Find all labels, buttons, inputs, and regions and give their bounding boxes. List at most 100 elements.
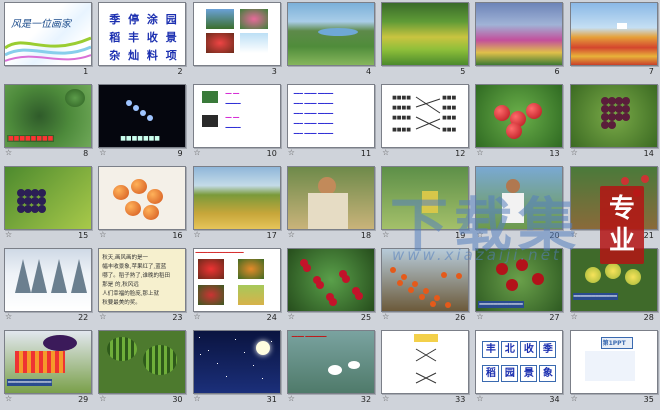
slide-preview[interactable]: 丰北收季稻园景象 <box>475 330 564 394</box>
slide-transition-star-icon[interactable]: ☆ <box>288 312 295 322</box>
slide-thumbnail-1[interactable]: 风是一位画家 1 <box>0 0 94 82</box>
slide-number: 12 <box>455 149 466 158</box>
slide-preview[interactable] <box>286 248 375 312</box>
slide-preview[interactable]: ━━ ━━ ━━━━━ ━━ ━━ ━━━━━ <box>192 84 281 148</box>
slide-preview[interactable] <box>98 166 187 230</box>
slide-transition-star-icon[interactable]: ☆ <box>5 230 12 240</box>
slide-preview[interactable]: 秋天,画风画的是一 幅丰收景象,苹果红了,蓝蓝 哪了。稻子熟了,谁晚的稻田 那是 的,… <box>98 248 187 312</box>
slide-thumbnail-29[interactable]: ━━━━━━━━━━━━ ☆ 29 <box>0 328 94 410</box>
slide-preview[interactable] <box>4 166 92 230</box>
slide-preview[interactable] <box>381 330 470 394</box>
slide-transition-star-icon[interactable]: ☆ <box>476 394 483 404</box>
slide-transition-star-icon[interactable]: ☆ <box>571 312 578 322</box>
slide-preview[interactable]: 第1PPT <box>569 330 658 394</box>
slide-number: 16 <box>172 231 183 240</box>
slide-thumbnail-13[interactable]: ☆ 13 <box>471 82 565 164</box>
slide-transition-star-icon[interactable]: ☆ <box>5 148 12 158</box>
watermark-badge: 专 业 <box>600 186 644 264</box>
slide-transition-star-icon[interactable]: ☆ <box>382 148 389 158</box>
slide-transition-star-icon[interactable]: ☆ <box>99 394 106 404</box>
slide-transition-star-icon[interactable]: ☆ <box>288 230 295 240</box>
slide-preview[interactable]: ■■■■■■■■ <box>4 84 92 148</box>
slide-thumbnail-7[interactable]: 7 <box>566 0 660 82</box>
slide-number: 22 <box>78 313 89 322</box>
slide-transition-star-icon[interactable]: ☆ <box>382 394 389 404</box>
slide-thumbnail-10[interactable]: ━━ ━━ ━━━━━ ━━ ━━ ━━━━━ ☆ 10 <box>189 82 283 164</box>
slide-preview[interactable]: ■■■■ ■■■ ■■■■ ■■■ ■■■■ ■■■ ■■■■ ■■■ <box>381 84 470 148</box>
slide-thumbnail-9[interactable]: ■■■■■■■ ☆ 9 <box>94 82 188 164</box>
slide-thumbnail-5[interactable]: 5 <box>377 0 471 82</box>
slide-thumbnail-6[interactable]: 6 <box>471 0 565 82</box>
slide-thumbnail-11[interactable]: ━━━ ━━━━ ━━━━━ ━━━ ━━━━ ━━━━━ ━━━ ━━━━ ━━━… <box>283 82 377 164</box>
slide-preview[interactable] <box>569 84 658 148</box>
slide-thumbnail-3[interactable]: 3 <box>189 0 283 82</box>
slide-thumbnail-14[interactable]: ☆ 14 <box>566 82 660 164</box>
slide-transition-star-icon[interactable]: ☆ <box>194 394 201 404</box>
slide-number: 13 <box>549 149 560 158</box>
watermark-badge-char-2: 业 <box>608 226 635 256</box>
slide-thumbnail-18[interactable]: ☆ 18 <box>283 164 377 246</box>
slide-preview[interactable] <box>192 2 281 66</box>
slide-transition-star-icon[interactable]: ☆ <box>99 230 106 240</box>
slide-preview[interactable]: 风是一位画家 <box>4 2 92 66</box>
slide-transition-star-icon[interactable]: ☆ <box>382 312 389 322</box>
slide-thumbnail-32[interactable]: ━━━━ ━━━━━━━ ☆ 32 <box>283 328 377 410</box>
slide-transition-star-icon[interactable]: ☆ <box>571 394 578 404</box>
slide-transition-star-icon[interactable]: ☆ <box>194 148 201 158</box>
slide-thumbnail-8[interactable]: ■■■■■■■■ ☆ 8 <box>0 82 94 164</box>
slide-thumbnail-30[interactable]: ☆ 30 <box>94 328 188 410</box>
slide-preview[interactable] <box>475 2 564 66</box>
slide-preview[interactable] <box>381 2 470 66</box>
slide-number: 32 <box>360 395 372 404</box>
slide-thumbnail-17[interactable]: ☆ 17 <box>189 164 283 246</box>
slide-thumbnail-31[interactable]: ☆ 31 <box>189 328 283 410</box>
slide-transition-star-icon[interactable]: ☆ <box>476 312 483 322</box>
slide-preview[interactable] <box>192 166 281 230</box>
slide-number: 35 <box>643 395 654 404</box>
slide-preview[interactable]: ━━━ ━━━━ ━━━━━ ━━━ ━━━━ ━━━━━ ━━━ ━━━━ ━━━… <box>286 84 375 148</box>
slide-preview[interactable] <box>98 330 187 394</box>
slide-thumbnail-2[interactable]: 季 停 涂 园稻 丰 收 景杂 灿 料 项2 <box>94 0 188 82</box>
slide-transition-star-icon[interactable]: ☆ <box>99 312 106 322</box>
slide-text-line: 稻 丰 收 景 <box>109 31 179 44</box>
slide-thumbnail-4[interactable]: 4 <box>283 0 377 82</box>
slide-thumbnail-12[interactable]: ■■■■ ■■■ ■■■■ ■■■ ■■■■ ■■■ ■■■■ ■■■ ☆ 12 <box>377 82 471 164</box>
slide-title-text: 风是一位画家 <box>11 19 71 30</box>
slide-transition-star-icon[interactable]: ☆ <box>288 394 295 404</box>
slide-thumbnail-22[interactable]: ☆ 22 <box>0 246 94 328</box>
slide-preview[interactable] <box>286 2 375 66</box>
slide-char-box: 季 <box>539 341 557 358</box>
slide-preview[interactable]: 季 停 涂 园稻 丰 收 景杂 灿 料 项 <box>98 2 187 66</box>
slide-thumbnail-24[interactable]: ━━━━━━━━━━━━━━━━ ☆ 24 <box>189 246 283 328</box>
slide-thumbnail-33[interactable]: ☆ 33 <box>377 328 471 410</box>
slide-thumbnail-15[interactable]: ☆ 15 <box>0 164 94 246</box>
slide-preview[interactable]: ━━━━ ━━━━━━━ <box>286 330 375 394</box>
slide-transition-star-icon[interactable]: ☆ <box>288 148 295 158</box>
slide-preview[interactable] <box>569 2 658 66</box>
slide-preview[interactable] <box>286 166 375 230</box>
slide-number: 17 <box>266 231 277 240</box>
slide-number: 10 <box>266 149 277 158</box>
slide-transition-star-icon[interactable]: ☆ <box>194 312 201 322</box>
slide-preview[interactable]: ━━━━━━━━━━━━ <box>4 330 92 394</box>
slide-preview[interactable] <box>4 248 92 312</box>
slide-transition-star-icon[interactable]: ☆ <box>99 148 106 158</box>
slide-number: 23 <box>172 313 183 322</box>
slide-thumbnail-34[interactable]: 丰北收季稻园景象 ☆ 34 <box>471 328 565 410</box>
slide-thumbnail-35[interactable]: 第1PPT ☆ 35 <box>566 328 660 410</box>
slide-thumbnail-16[interactable]: ☆ 16 <box>94 164 188 246</box>
slide-preview[interactable] <box>192 330 281 394</box>
slide-preview[interactable]: ━━━━━━━━━━━━━━━━ <box>192 248 281 312</box>
slide-transition-star-icon[interactable]: ☆ <box>382 230 389 240</box>
slide-transition-star-icon[interactable]: ☆ <box>571 148 578 158</box>
slide-number: 9 <box>177 149 183 158</box>
slide-transition-star-icon[interactable]: ☆ <box>5 312 12 322</box>
slide-transition-star-icon[interactable]: ☆ <box>476 148 483 158</box>
slide-transition-star-icon[interactable]: ☆ <box>194 230 201 240</box>
slide-preview[interactable] <box>475 84 564 148</box>
slide-number: 27 <box>549 313 560 322</box>
slide-preview[interactable]: ■■■■■■■ <box>98 84 187 148</box>
slide-thumbnail-25[interactable]: ☆ 25 <box>283 246 377 328</box>
slide-transition-star-icon[interactable]: ☆ <box>5 394 12 404</box>
slide-thumbnail-23[interactable]: 秋天,画风画的是一 幅丰收景象,苹果红了,蓝蓝 哪了。稻子熟了,谁晚的稻田 那是 的,… <box>94 246 188 328</box>
